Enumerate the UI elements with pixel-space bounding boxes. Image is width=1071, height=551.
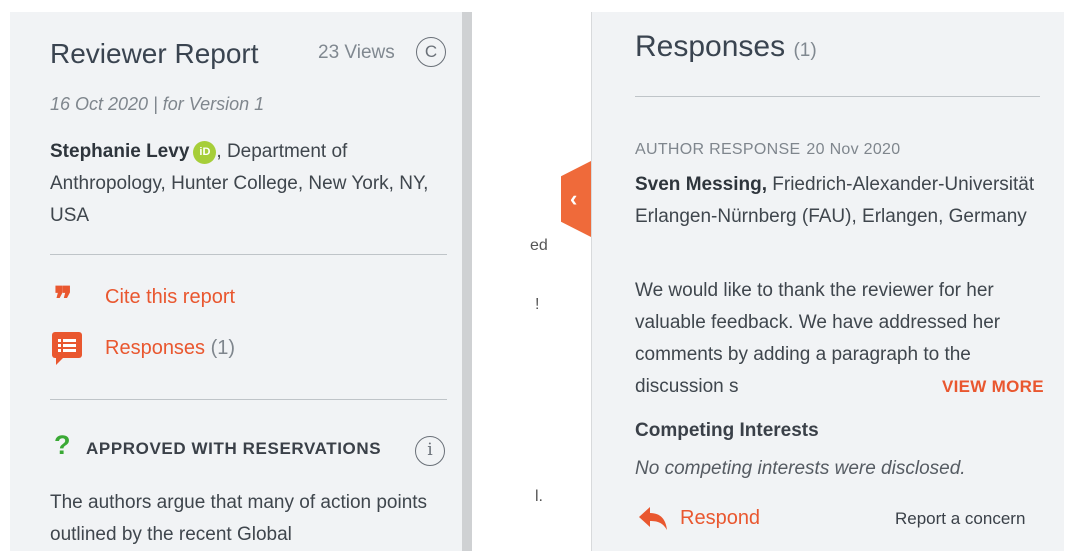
- responses-label[interactable]: Responses: [105, 337, 205, 359]
- competing-interests-title: Competing Interests: [635, 420, 819, 441]
- cite-report-label[interactable]: Cite this report: [105, 286, 235, 309]
- chat-list-icon: [52, 332, 82, 365]
- report-body-text: The authors argue that many of action po…: [50, 492, 428, 545]
- orcid-icon[interactable]: iD: [193, 141, 217, 164]
- divider: [635, 96, 1040, 97]
- background-text-fragment: ed: [530, 237, 548, 254]
- info-icon[interactable]: i: [415, 436, 445, 466]
- response-author-name: Sven Messing,: [635, 174, 767, 195]
- creative-commons-icon[interactable]: C: [416, 37, 446, 67]
- report-concern-link[interactable]: Report a concern: [895, 509, 1025, 529]
- collapse-panel-toggle[interactable]: ‹: [561, 161, 591, 237]
- reviewer-author: Stephanie Levy iD, Department of Anthropo…: [50, 136, 450, 232]
- background-text-fragment: l.: [535, 488, 543, 505]
- review-status: ? APPROVED WITH RESERVATIONS i: [54, 430, 454, 466]
- reviewer-report-panel: Reviewer Report 23 Views C 16 Oct 2020 |…: [10, 12, 472, 551]
- view-more-link[interactable]: VIEW MORE: [928, 377, 1044, 397]
- responses-link-text[interactable]: Responses (1): [105, 337, 235, 360]
- responses-title: Responses (1): [635, 30, 817, 64]
- responses-count: (1): [210, 337, 236, 359]
- response-type: AUTHOR RESPONSE: [635, 141, 801, 158]
- responses-panel: Responses (1) AUTHOR RESPONSE 20 Nov 2020…: [591, 12, 1064, 551]
- response-header: AUTHOR RESPONSE 20 Nov 2020: [635, 141, 900, 159]
- reply-icon: [639, 507, 667, 530]
- background-text-fragment: !: [535, 296, 540, 313]
- chevron-left-icon: ‹: [570, 186, 578, 211]
- views-count: 23 Views: [318, 42, 395, 63]
- response-date: 20 Nov 2020: [806, 141, 901, 158]
- report-title: Reviewer Report: [50, 38, 259, 69]
- reviewer-name[interactable]: Stephanie Levy: [50, 141, 189, 162]
- response-author: Sven Messing, Friedrich-Alexander-Univer…: [635, 169, 1040, 233]
- competing-interests-text: No competing interests were disclosed.: [635, 458, 966, 479]
- status-label: APPROVED WITH RESERVATIONS: [86, 439, 382, 458]
- responses-title-label: Responses: [635, 30, 786, 63]
- report-date-version: 16 Oct 2020 | for Version 1: [50, 94, 265, 114]
- quote-icon: ❞: [54, 280, 72, 320]
- question-mark-icon: ?: [54, 430, 71, 460]
- responses-title-count: (1): [793, 40, 817, 61]
- divider: [50, 254, 447, 255]
- respond-label[interactable]: Respond: [680, 507, 760, 530]
- divider: [50, 399, 447, 400]
